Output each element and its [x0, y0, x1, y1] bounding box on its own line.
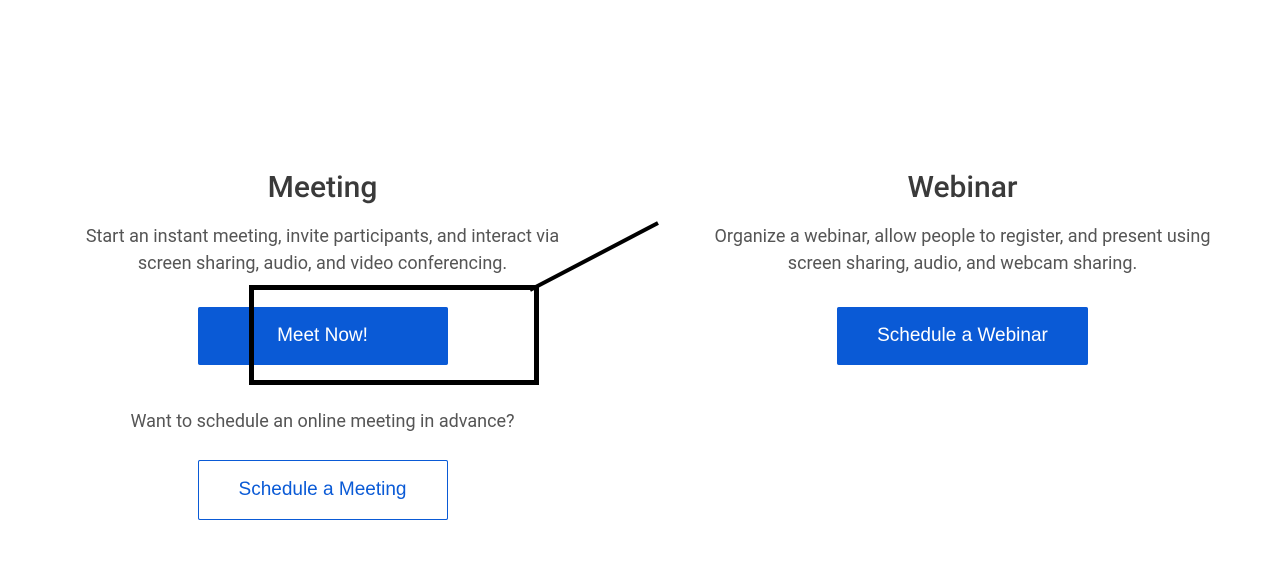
- schedule-meeting-prompt: Want to schedule an online meeting in ad…: [130, 411, 514, 432]
- webinar-column: Webinar Organize a webinar, allow people…: [703, 170, 1223, 520]
- meet-now-button[interactable]: Meet Now!: [198, 307, 448, 365]
- webinar-description: Organize a webinar, allow people to regi…: [713, 223, 1213, 277]
- schedule-meeting-button[interactable]: Schedule a Meeting: [198, 460, 448, 520]
- meeting-description: Start an instant meeting, invite partici…: [73, 223, 573, 277]
- meeting-column: Meeting Start an instant meeting, invite…: [63, 170, 583, 520]
- meeting-title: Meeting: [268, 170, 378, 205]
- webinar-title: Webinar: [907, 170, 1017, 205]
- schedule-webinar-button[interactable]: Schedule a Webinar: [837, 307, 1088, 365]
